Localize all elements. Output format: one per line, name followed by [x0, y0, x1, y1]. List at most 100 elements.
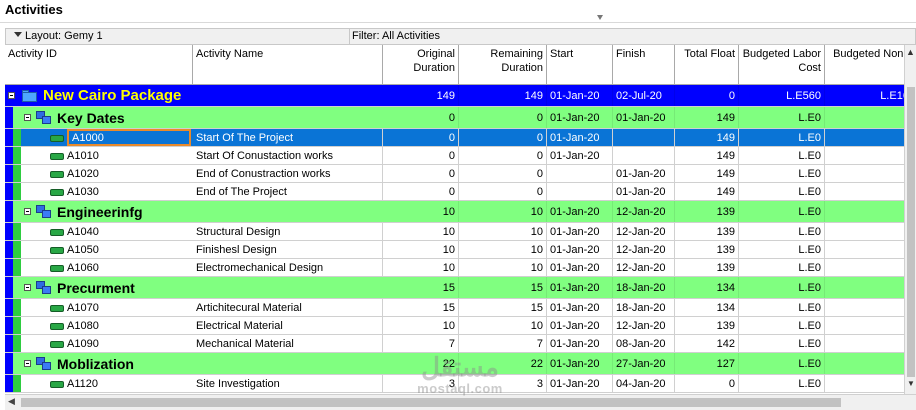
activity-id-cell[interactable]: New Cairo Package	[5, 85, 193, 106]
activity-row[interactable]: A1070 Artichitecural Material 15 15 01-Jan-2…	[5, 299, 904, 317]
activity-id[interactable]: A1090	[67, 335, 99, 352]
start-date-cell[interactable]: 01-Jan-20	[547, 85, 613, 106]
total-float-cell[interactable]: 127	[675, 353, 739, 374]
finish-date-cell[interactable]: 12-Jan-20	[613, 201, 675, 222]
original-duration-cell[interactable]: 0	[383, 107, 459, 128]
finish-date-cell[interactable]: 27-Jan-20	[613, 353, 675, 374]
budgeted-labor-cost-cell[interactable]: L.E0	[739, 129, 825, 146]
activity-id-cell[interactable]: A1120	[5, 375, 193, 392]
activity-id-cell[interactable]: A1030	[5, 183, 193, 200]
wbs-row[interactable]: Engineerinfg 10 10 01-Jan-20 12-Jan-20 139 L.E…	[5, 201, 904, 223]
start-date-cell[interactable]	[547, 183, 613, 200]
start-date-cell[interactable]: 01-Jan-20	[547, 241, 613, 258]
original-duration-cell[interactable]: 0	[383, 129, 459, 146]
finish-date-cell[interactable]: 01-Jan-20	[613, 165, 675, 182]
activity-id[interactable]: A1050	[67, 241, 99, 258]
budgeted-labor-cost-cell[interactable]: L.E0	[739, 165, 825, 182]
activity-id-cell[interactable]: A1070	[5, 299, 193, 316]
activity-id-cell[interactable]: A1090	[5, 335, 193, 352]
original-duration-cell[interactable]: 7	[383, 335, 459, 352]
wbs-row[interactable]: Precurment151501-Jan-2018-Jan-20134L.E0L	[5, 277, 904, 299]
finish-date-cell[interactable]: 18-Jan-20	[613, 299, 675, 316]
remaining-duration-cell[interactable]: 0	[459, 147, 547, 164]
budgeted-labor-cost-cell[interactable]: L.E0	[739, 147, 825, 164]
activity-name-cell[interactable]: Finishesl Design	[193, 241, 383, 258]
remaining-duration-cell[interactable]: 0	[459, 129, 547, 146]
budgeted-nonlabor-cost-cell[interactable]: L	[825, 147, 904, 164]
start-date-cell[interactable]: 01-Jan-20	[547, 335, 613, 352]
column-header-budgeted-labor-cost[interactable]: Budgeted Labor Cost	[739, 45, 825, 84]
original-duration-cell[interactable]: 0	[383, 147, 459, 164]
activity-row[interactable]: A1090 Mechanical Material 7 7 01-Jan-20 08-Ja…	[5, 335, 904, 353]
finish-date-cell[interactable]: 12-Jan-20	[613, 259, 675, 276]
budgeted-labor-cost-cell[interactable]: L.E0	[739, 183, 825, 200]
remaining-duration-cell[interactable]: 15	[459, 277, 547, 298]
activity-id[interactable]: A1040	[67, 223, 99, 240]
start-date-cell[interactable]: 01-Jan-20	[547, 299, 613, 316]
activity-name-cell[interactable]: End of The Project	[193, 183, 383, 200]
budgeted-labor-cost-cell[interactable]: L.E0	[739, 277, 825, 298]
finish-date-cell[interactable]: 12-Jan-20	[613, 223, 675, 240]
remaining-duration-cell[interactable]: 10	[459, 259, 547, 276]
budgeted-labor-cost-cell[interactable]: L.E0	[739, 107, 825, 128]
activity-row[interactable]: A1060 Electromechanical Design 10 10 01-Jan-…	[5, 259, 904, 277]
total-float-cell[interactable]: 139	[675, 317, 739, 334]
remaining-duration-cell[interactable]: 0	[459, 107, 547, 128]
activity-id-cell[interactable]: A1010	[5, 147, 193, 164]
remaining-duration-cell[interactable]: 10	[459, 317, 547, 334]
activity-id-cell[interactable]: A1080	[5, 317, 193, 334]
finish-date-cell[interactable]: 01-Jan-20	[613, 107, 675, 128]
activity-id-cell[interactable]: A1000	[5, 129, 193, 146]
remaining-duration-cell[interactable]: 0	[459, 183, 547, 200]
activity-name-cell[interactable]: End of Conustraction works	[193, 165, 383, 182]
total-float-cell[interactable]: 149	[675, 107, 739, 128]
remaining-duration-cell[interactable]: 10	[459, 201, 547, 222]
original-duration-cell[interactable]: 10	[383, 317, 459, 334]
column-header-activity-id[interactable]: Activity ID	[5, 45, 193, 84]
remaining-duration-cell[interactable]: 10	[459, 241, 547, 258]
activity-row[interactable]: A1030 End of The Project 0 0 01-Jan-20 149 L.E…	[5, 183, 904, 201]
column-header-budgeted-nonlabor-cost[interactable]: Budgeted Nonla C	[825, 45, 916, 84]
activity-row[interactable]: A1050 Finishesl Design 10 10 01-Jan-20 12-Jan…	[5, 241, 904, 259]
finish-date-cell[interactable]: 08-Jan-20	[613, 335, 675, 352]
activity-id[interactable]: A1120	[67, 375, 98, 392]
column-header-original-duration[interactable]: Original Duration	[383, 45, 459, 84]
total-float-cell[interactable]: 0	[675, 375, 739, 392]
budgeted-nonlabor-cost-cell[interactable]: L	[825, 277, 904, 298]
total-float-cell[interactable]: 149	[675, 129, 739, 146]
activity-id-cell[interactable]: A1050	[5, 241, 193, 258]
remaining-duration-cell[interactable]: 10	[459, 223, 547, 240]
dropdown-arrow-icon[interactable]	[14, 32, 22, 37]
original-duration-cell[interactable]: 10	[383, 201, 459, 222]
column-header-start-date[interactable]: Start	[547, 45, 613, 84]
activity-id-cell[interactable]: Key Dates	[5, 107, 193, 128]
activity-id[interactable]: A1080	[67, 317, 99, 334]
total-float-cell[interactable]: 139	[675, 259, 739, 276]
vertical-scrollbar[interactable]: ▲ ▼	[904, 45, 916, 394]
total-float-cell[interactable]: 139	[675, 201, 739, 222]
activity-id[interactable]: A1030	[67, 183, 99, 200]
scroll-left-icon[interactable]: ◀	[8, 396, 15, 407]
start-date-cell[interactable]: 01-Jan-20	[547, 277, 613, 298]
start-date-cell[interactable]: 01-Jan-20	[547, 107, 613, 128]
total-float-cell[interactable]: 149	[675, 165, 739, 182]
total-float-cell[interactable]: 134	[675, 299, 739, 316]
collapse-icon[interactable]	[24, 207, 31, 215]
budgeted-labor-cost-cell[interactable]: L.E0	[739, 299, 825, 316]
original-duration-cell[interactable]: 0	[383, 183, 459, 200]
budgeted-labor-cost-cell[interactable]: L.E0	[739, 201, 825, 222]
start-date-cell[interactable]: 01-Jan-20	[547, 201, 613, 222]
budgeted-labor-cost-cell[interactable]: L.E0	[739, 335, 825, 352]
total-float-cell[interactable]: 139	[675, 223, 739, 240]
column-header-finish-date[interactable]: Finish	[613, 45, 675, 84]
budgeted-nonlabor-cost-cell[interactable]: L	[825, 353, 904, 374]
original-duration-cell[interactable]: 10	[383, 223, 459, 240]
total-float-cell[interactable]: 0	[675, 85, 739, 106]
finish-date-cell[interactable]: 02-Jul-20	[613, 85, 675, 106]
total-float-cell[interactable]: 149	[675, 147, 739, 164]
budgeted-nonlabor-cost-cell[interactable]: L	[825, 241, 904, 258]
layout-dropdown[interactable]: Layout: Gemy 1	[6, 29, 350, 44]
original-duration-cell[interactable]: 15	[383, 277, 459, 298]
collapse-icon[interactable]	[24, 359, 31, 367]
activity-id[interactable]: A1060	[67, 259, 99, 276]
